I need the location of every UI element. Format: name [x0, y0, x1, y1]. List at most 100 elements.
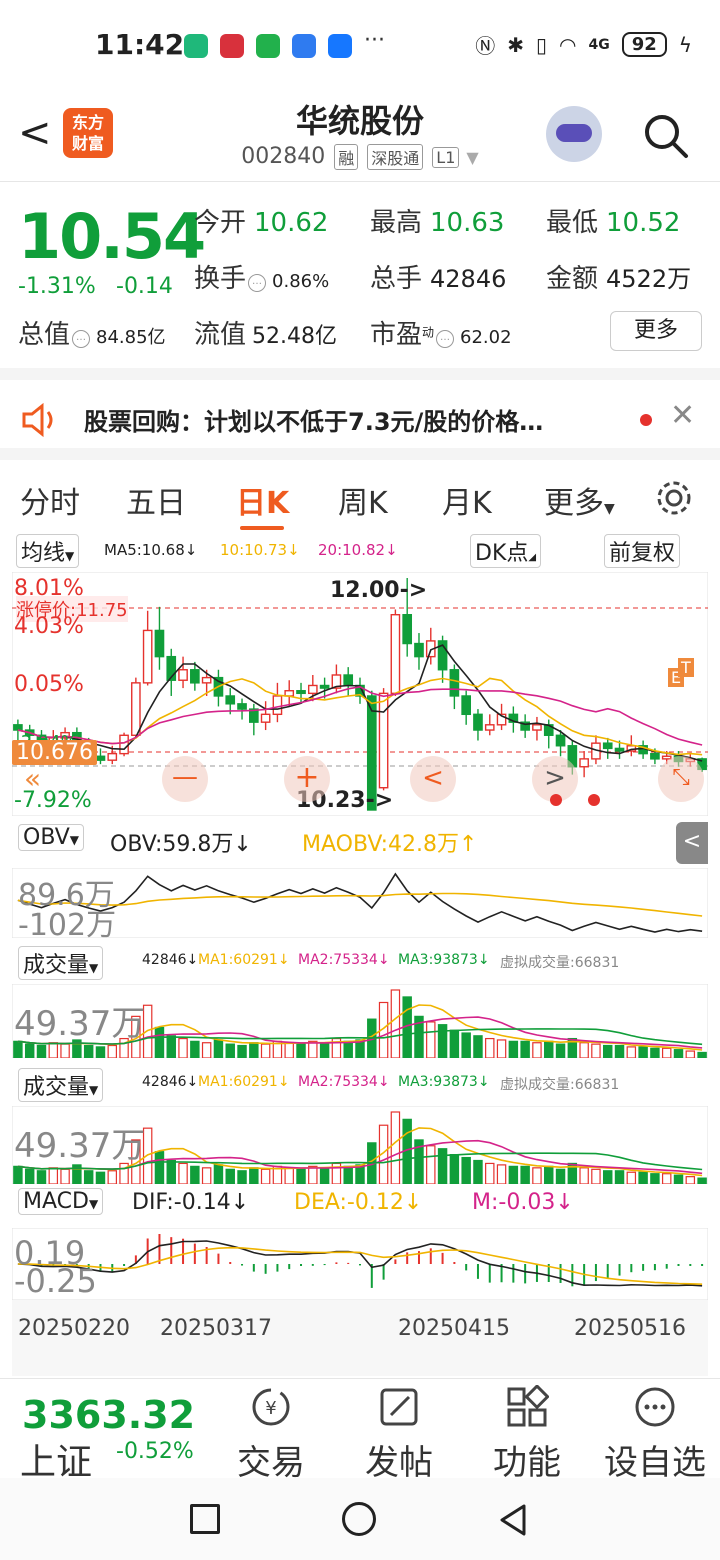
amount-label: 金额	[546, 264, 599, 294]
signal-dot	[588, 794, 600, 806]
adjust-button[interactable]: 前复权	[604, 534, 681, 568]
zoom-out-icon[interactable]: —	[162, 756, 208, 802]
volume-bar	[426, 1145, 436, 1184]
vol-ma3: MA3:93873↓	[398, 1074, 490, 1090]
search-icon[interactable]	[640, 110, 690, 160]
volume-bar	[201, 1042, 212, 1058]
pe-dynamic-mark: 动	[422, 325, 435, 340]
volume-bar	[437, 1148, 448, 1184]
fullscreen-icon[interactable]: ⤡	[658, 756, 704, 802]
stock-code-line[interactable]: 002840 融 深股通 L1 ▼	[0, 144, 720, 170]
collapse-arrow-icon[interactable]: <	[676, 822, 708, 864]
obv-selector[interactable]: OBV▼	[18, 824, 85, 851]
settings-gear-icon[interactable]	[654, 478, 694, 518]
info-icon[interactable]: …	[248, 273, 267, 292]
volume-bar	[638, 1046, 648, 1058]
candle-body	[201, 676, 212, 684]
macd-selector[interactable]: MACD▼	[18, 1188, 104, 1215]
t-badge[interactable]: T	[678, 658, 694, 677]
trade-button[interactable]: ¥ 交易	[216, 1385, 326, 1484]
ma-selector-label: 均线	[21, 541, 66, 566]
volume-bar	[390, 989, 401, 1058]
dropdown-triangle-icon: ▼	[69, 833, 80, 847]
volume-bar	[449, 1029, 460, 1058]
pan-left-icon[interactable]: <	[410, 756, 456, 802]
edit-post-icon	[380, 1388, 418, 1426]
close-icon[interactable]: ✕	[670, 398, 695, 433]
candle-body	[237, 703, 247, 710]
volume-top-label: 49.37万	[14, 1126, 146, 1166]
index-ticker[interactable]: 3363.32 上证 -0.52%	[0, 1379, 220, 1483]
tab-daily-k[interactable]: 日K	[236, 478, 289, 522]
info-icon[interactable]: …	[436, 329, 455, 348]
candle-body	[602, 742, 613, 750]
volume-selector-label: 成交量	[23, 953, 90, 978]
dropdown-triangle-icon: ▼	[466, 148, 479, 167]
mktcap-field: 总值… 84.85亿	[18, 314, 166, 351]
tab-weekly-k[interactable]: 周K	[338, 478, 388, 522]
pe-field: 市盈动… 62.02	[370, 314, 512, 351]
candle-body	[650, 752, 660, 760]
volume-bar	[461, 1032, 471, 1058]
zoom-in-icon[interactable]: +	[284, 756, 330, 802]
current-price: 10.54	[18, 200, 206, 273]
svg-text:¥: ¥	[265, 1398, 276, 1419]
candle-body	[532, 724, 542, 731]
tab-intraday[interactable]: 分时	[20, 478, 80, 522]
volume-bar	[390, 1111, 401, 1184]
status-right: Ⓝ ✱ ▯ ◠ 4G 92 ϟ	[475, 30, 692, 59]
dropdown-triangle-icon: ▼	[604, 501, 615, 517]
panel-frame	[12, 868, 708, 938]
home-circle-icon[interactable]	[342, 1502, 376, 1536]
tab-monthly-k[interactable]: 月K	[442, 478, 492, 522]
volume-bar	[473, 1159, 483, 1184]
macd-bottom-label: -0.25	[14, 1262, 97, 1300]
volume-bar	[508, 1040, 519, 1058]
info-icon[interactable]: …	[72, 329, 91, 348]
vol-ma2: MA2:75334↓	[298, 1074, 390, 1090]
low-value: 10.52	[606, 208, 681, 238]
candle-body	[142, 629, 153, 684]
volume-selector[interactable]: 成交量▼	[18, 1068, 104, 1102]
volume-bar	[602, 1044, 613, 1058]
post-button[interactable]: 发帖	[344, 1385, 454, 1484]
functions-label: 功能	[493, 1443, 561, 1483]
volume-bar	[308, 1040, 318, 1058]
bluetooth-icon: ✱	[507, 32, 525, 57]
recents-square-icon[interactable]	[190, 1504, 220, 1534]
volume-bar	[626, 1046, 637, 1058]
trade-label: 交易	[237, 1443, 305, 1483]
back-triangle-icon[interactable]	[496, 1502, 528, 1538]
charging-icon: ϟ	[678, 32, 692, 57]
functions-button[interactable]: 功能	[472, 1383, 582, 1484]
volume-bar	[673, 1049, 684, 1058]
signal-dot	[550, 794, 562, 806]
dropdown-triangle-icon: ▼	[88, 1197, 99, 1211]
pct-label-2: 4.03%	[14, 614, 84, 639]
high-field: 最高 10.63	[370, 202, 504, 239]
mktcap-label: 总值	[18, 320, 71, 350]
dk-point-button[interactable]: DK点◢	[470, 534, 542, 568]
more-quote-button[interactable]: 更多	[610, 311, 702, 351]
volume-bar	[437, 1024, 448, 1058]
volume-bar	[614, 1044, 625, 1058]
watchlist-label: 设自选	[604, 1443, 706, 1483]
ma-indicator-bar: 均线▼ MA5:10.68↓ 10:10.73↓ 20:10.82↓ DK点◢ …	[0, 530, 720, 572]
volume-bar	[650, 1047, 660, 1058]
volume-selector[interactable]: 成交量▼	[18, 946, 104, 980]
kline-chart[interactable]: 8.01% 涨停价:11.75 4.03% 0.05% -3.94% -7.92…	[11, 571, 709, 817]
mktcap-value: 84.85亿	[96, 327, 166, 348]
watchlist-button[interactable]: 设自选	[600, 1385, 710, 1484]
tab-more[interactable]: 更多▼	[544, 478, 615, 522]
battery-level: 92	[621, 32, 667, 57]
ma-selector[interactable]: 均线▼	[16, 534, 80, 568]
status-bar: 11:42 ··· Ⓝ ✱ ▯ ◠ 4G 92 ϟ	[0, 0, 720, 90]
ai-assistant-avatar[interactable]	[546, 106, 602, 162]
scroll-left-icon[interactable]: «	[24, 762, 41, 795]
tab-five-day[interactable]: 五日	[126, 478, 186, 522]
index-change: -0.52%	[116, 1439, 194, 1464]
amount-field: 金额 4522万	[546, 258, 691, 295]
volume-bar	[343, 1040, 353, 1058]
candle-body	[390, 614, 401, 695]
announcement-banner[interactable]: 股票回购：计划以不低于7.3元/股的价格… ✕	[0, 368, 720, 448]
